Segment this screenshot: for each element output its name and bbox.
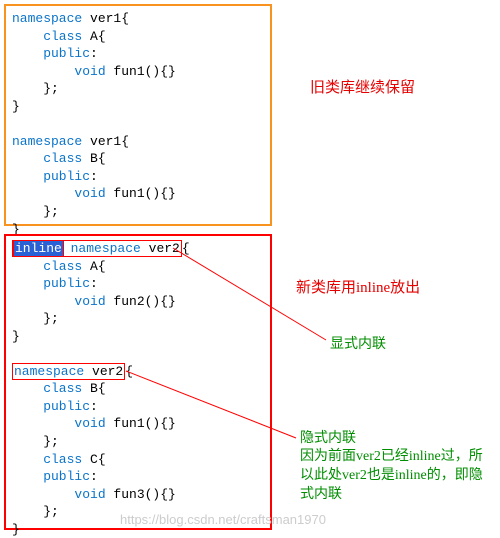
watermark: https://blog.csdn.net/craftsman1970 <box>120 511 326 529</box>
kw-class: class <box>12 381 82 396</box>
implicit-namespace-highlight: namespace ver2 <box>12 363 125 380</box>
kw-class: class <box>12 259 82 274</box>
old-code-block: namespace ver1{ class A{ public: void fu… <box>4 4 272 226</box>
annotation-new-library: 新类库用inline放出 <box>296 278 420 298</box>
kw-void: void <box>12 416 106 431</box>
kw-namespace: namespace <box>71 241 141 256</box>
kw-void: void <box>12 294 106 309</box>
kw-namespace: namespace <box>12 134 82 149</box>
kw-void: void <box>12 487 106 502</box>
kw-public: public <box>12 276 90 291</box>
kw-class: class <box>12 151 82 166</box>
annotation-implicit-inline-body: 因为前面ver2已经inline过，所以此处ver2也是inline的，即隐式内… <box>300 448 490 505</box>
kw-public: public <box>12 469 90 484</box>
kw-namespace: namespace <box>12 11 82 26</box>
kw-void: void <box>12 64 106 79</box>
annotation-implicit-inline-title: 隐式内联 <box>300 430 490 449</box>
kw-class: class <box>12 29 82 44</box>
new-code-block: inline namespace ver2{ class A{ public: … <box>4 234 272 530</box>
kw-inline: inline <box>14 241 63 256</box>
kw-public: public <box>12 169 90 184</box>
kw-public: public <box>12 46 90 61</box>
kw-public: public <box>12 399 90 414</box>
kw-namespace: namespace <box>14 364 84 379</box>
inline-namespace-highlight: inline namespace ver2 <box>12 240 182 257</box>
kw-void: void <box>12 186 106 201</box>
annotation-explicit-inline: 显式内联 <box>330 336 386 355</box>
kw-class: class <box>12 452 82 467</box>
annotation-old-library: 旧类库继续保留 <box>310 78 415 98</box>
